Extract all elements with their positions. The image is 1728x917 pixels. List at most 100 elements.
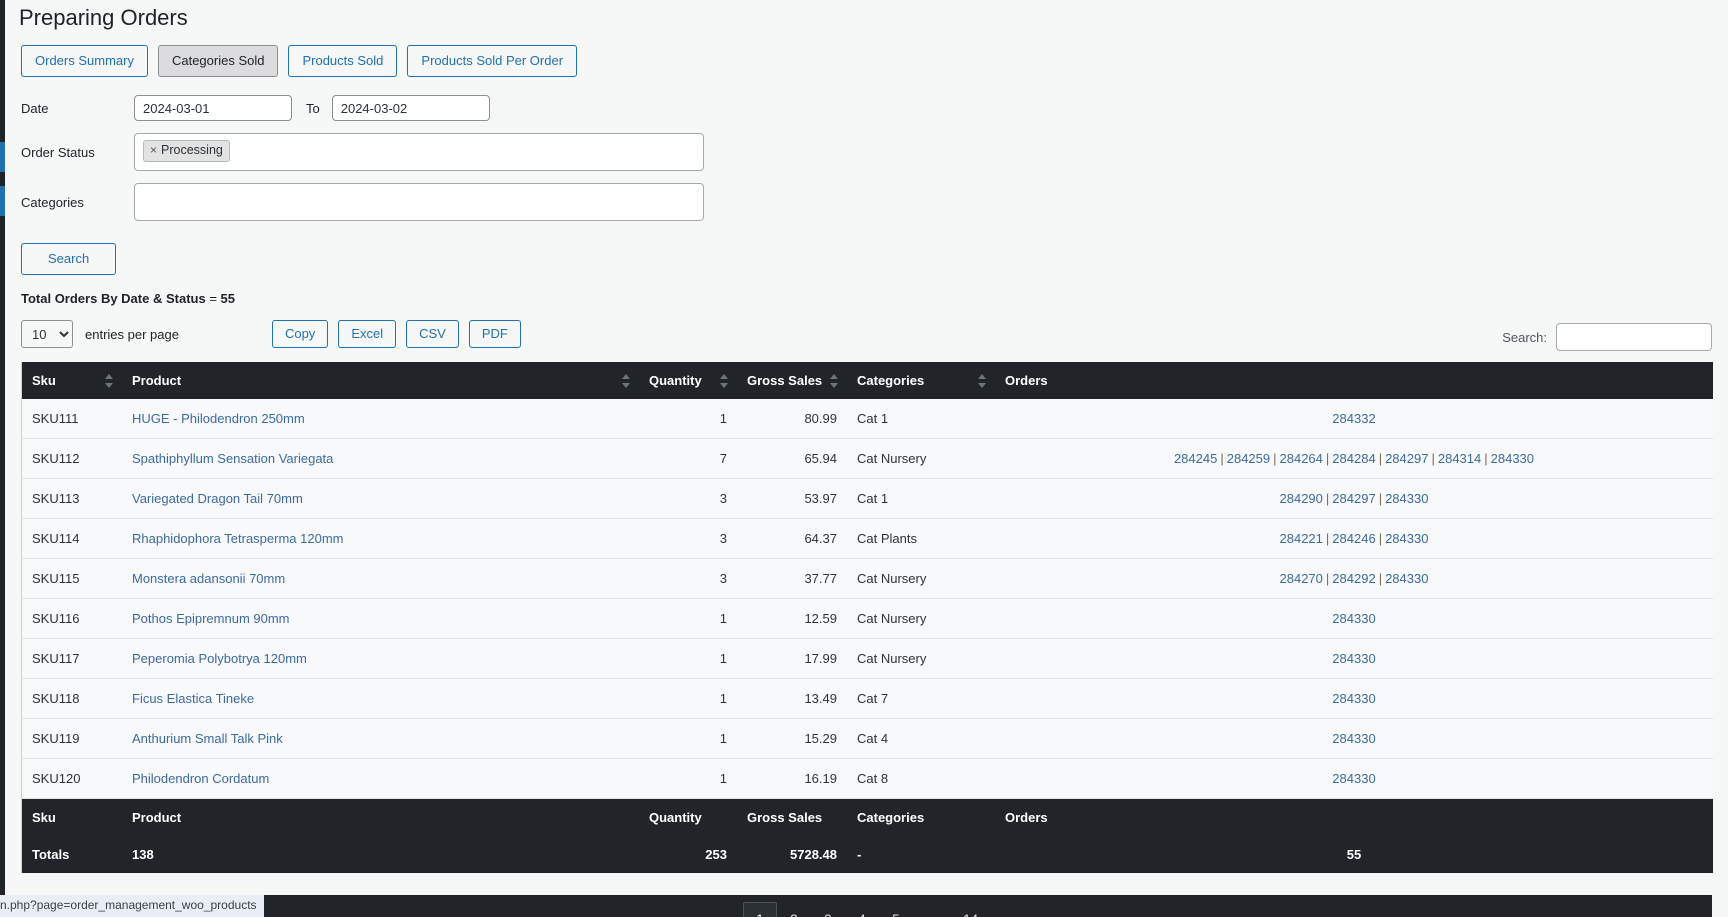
order-link[interactable]: 284292 (1332, 571, 1375, 586)
col-header-gross-sales[interactable]: Gross Sales (737, 362, 847, 399)
col-header-sku[interactable]: Sku (22, 362, 122, 399)
tab-categories-sold[interactable]: Categories Sold (157, 45, 279, 77)
order-status-chip-processing[interactable]: × Processing (143, 140, 230, 162)
cell-product[interactable]: Ficus Elastica Tineke (122, 678, 639, 719)
entries-per-page-select[interactable]: 102550100 (21, 320, 73, 348)
order-link[interactable]: 284221 (1280, 531, 1323, 546)
csv-button[interactable]: CSV (406, 320, 459, 348)
cell-orders[interactable]: 284245 | 284259 | 284264 | 284284 | 284297 | 28431… (995, 438, 1713, 479)
order-link[interactable]: 284330 (1332, 691, 1375, 706)
cell-quantity: 1 (639, 598, 737, 639)
order-link[interactable]: 284330 (1385, 491, 1428, 506)
cell-product[interactable]: Anthurium Small Talk Pink (122, 718, 639, 759)
product-link[interactable]: Spathiphyllum Sensation Variegata (132, 451, 333, 466)
cell-orders[interactable]: 284330 (995, 678, 1713, 719)
order-link[interactable]: 284297 (1332, 491, 1375, 506)
chip-remove-icon[interactable]: × (150, 142, 157, 159)
pagination-page-2[interactable]: 2 (777, 902, 811, 917)
search-submit-button[interactable]: Search (21, 243, 117, 275)
tab-products-sold-per-order[interactable]: Products Sold Per Order (407, 45, 578, 77)
pagination-prev[interactable]: ‹ (709, 902, 743, 917)
order-separator: | (1220, 451, 1224, 466)
order-link[interactable]: 284332 (1332, 411, 1375, 426)
order-link[interactable]: 284330 (1332, 731, 1375, 746)
product-link[interactable]: Philodendron Cordatum (132, 771, 269, 786)
col-header-product[interactable]: Product (122, 362, 639, 399)
sort-icon[interactable] (720, 373, 729, 388)
product-link[interactable]: HUGE - Philodendron 250mm (132, 411, 305, 426)
product-link[interactable]: Monstera adansonii 70mm (132, 571, 285, 586)
pagination-page-1[interactable]: 1 (742, 902, 777, 917)
product-link[interactable]: Pothos Epipremnum 90mm (132, 611, 290, 626)
product-link[interactable]: Anthurium Small Talk Pink (132, 731, 283, 746)
order-separator: | (1378, 491, 1383, 506)
foot-header-product: Product (122, 798, 639, 836)
copy-button[interactable]: Copy (271, 320, 329, 348)
tab-products-sold[interactable]: Products Sold (288, 45, 398, 77)
pagination-next[interactable]: › (990, 902, 1024, 917)
pagination-last[interactable]: » (1024, 902, 1058, 917)
cell-orders[interactable]: 284290 | 284297 | 284330 (995, 478, 1713, 519)
cell-product[interactable]: HUGE - Philodendron 250mm (122, 399, 639, 439)
cell-orders[interactable]: 284270 | 284292 | 284330 (995, 558, 1713, 599)
order-link[interactable]: 284270 (1280, 571, 1323, 586)
order-link[interactable]: 284264 (1280, 451, 1323, 466)
sort-icon[interactable] (978, 373, 987, 388)
pagination-page-14[interactable]: 14 (951, 902, 990, 917)
order-link[interactable]: 284245 (1174, 451, 1217, 466)
order-link[interactable]: 284297 (1385, 451, 1428, 466)
cell-orders[interactable]: 284330 (995, 598, 1713, 639)
datatable-search-input[interactable] (1556, 323, 1712, 351)
cell-product[interactable]: Rhaphidophora Tetrasperma 120mm (122, 518, 639, 559)
cell-orders[interactable]: 284330 (995, 718, 1713, 759)
cell-product[interactable]: Pothos Epipremnum 90mm (122, 598, 639, 639)
pagination-first[interactable]: « (675, 902, 709, 917)
cell-product[interactable]: Monstera adansonii 70mm (122, 558, 639, 599)
pagination-page-5[interactable]: 5 (879, 902, 913, 917)
sort-icon[interactable] (622, 373, 631, 388)
cell-orders[interactable]: 284330 (995, 638, 1713, 679)
cell-orders[interactable]: 284221 | 284246 | 284330 (995, 518, 1713, 559)
chip-label: Processing (161, 143, 223, 157)
col-header-orders[interactable]: Orders (995, 362, 1713, 399)
pagination-page-3[interactable]: 3 (811, 902, 845, 917)
cell-product[interactable]: Variegated Dragon Tail 70mm (122, 478, 639, 519)
order-link[interactable]: 284246 (1332, 531, 1375, 546)
excel-button[interactable]: Excel (338, 320, 397, 348)
order-link[interactable]: 284290 (1280, 491, 1323, 506)
order-link[interactable]: 284330 (1385, 531, 1428, 546)
order-link[interactable]: 284330 (1332, 651, 1375, 666)
order-link[interactable]: 284330 (1332, 611, 1375, 626)
date-from-input[interactable] (134, 95, 292, 121)
date-to-input[interactable] (331, 95, 490, 121)
cell-product[interactable]: Philodendron Cordatum (122, 758, 639, 799)
cell-product[interactable]: Peperomia Polybotrya 120mm (122, 638, 639, 679)
order-link[interactable]: 284330 (1491, 451, 1534, 466)
pagination-page-4[interactable]: 4 (845, 902, 879, 917)
sort-icon[interactable] (830, 373, 839, 388)
col-header-quantity[interactable]: Quantity (639, 362, 737, 399)
order-link[interactable]: 284259 (1227, 451, 1270, 466)
order-link[interactable]: 284330 (1332, 771, 1375, 786)
cell-categories: Cat Nursery (847, 638, 995, 679)
cell-product[interactable]: Spathiphyllum Sensation Variegata (122, 438, 639, 479)
order-status-multiselect[interactable]: × Processing (134, 133, 704, 171)
order-separator: | (1325, 491, 1330, 506)
col-header-categories[interactable]: Categories (847, 362, 995, 399)
product-link[interactable]: Ficus Elastica Tineke (132, 691, 254, 706)
pdf-button[interactable]: PDF (468, 320, 521, 348)
cell-orders[interactable]: 284330 (995, 758, 1713, 799)
order-link[interactable]: 284330 (1385, 571, 1428, 586)
order-link[interactable]: 284284 (1332, 451, 1375, 466)
product-link[interactable]: Variegated Dragon Tail 70mm (132, 491, 303, 506)
col-header-product-label: Product (132, 373, 182, 388)
tab-orders-summary[interactable]: Orders Summary (21, 45, 148, 77)
cell-orders[interactable]: 284332 (995, 399, 1713, 439)
sort-icon[interactable] (105, 373, 114, 388)
totals-orders: 55 (995, 836, 1713, 873)
product-link[interactable]: Rhaphidophora Tetrasperma 120mm (132, 531, 344, 546)
foot-header-gross-sales: Gross Sales (737, 798, 847, 836)
order-link[interactable]: 284314 (1438, 451, 1481, 466)
categories-multiselect[interactable] (134, 183, 704, 221)
product-link[interactable]: Peperomia Polybotrya 120mm (132, 651, 307, 666)
